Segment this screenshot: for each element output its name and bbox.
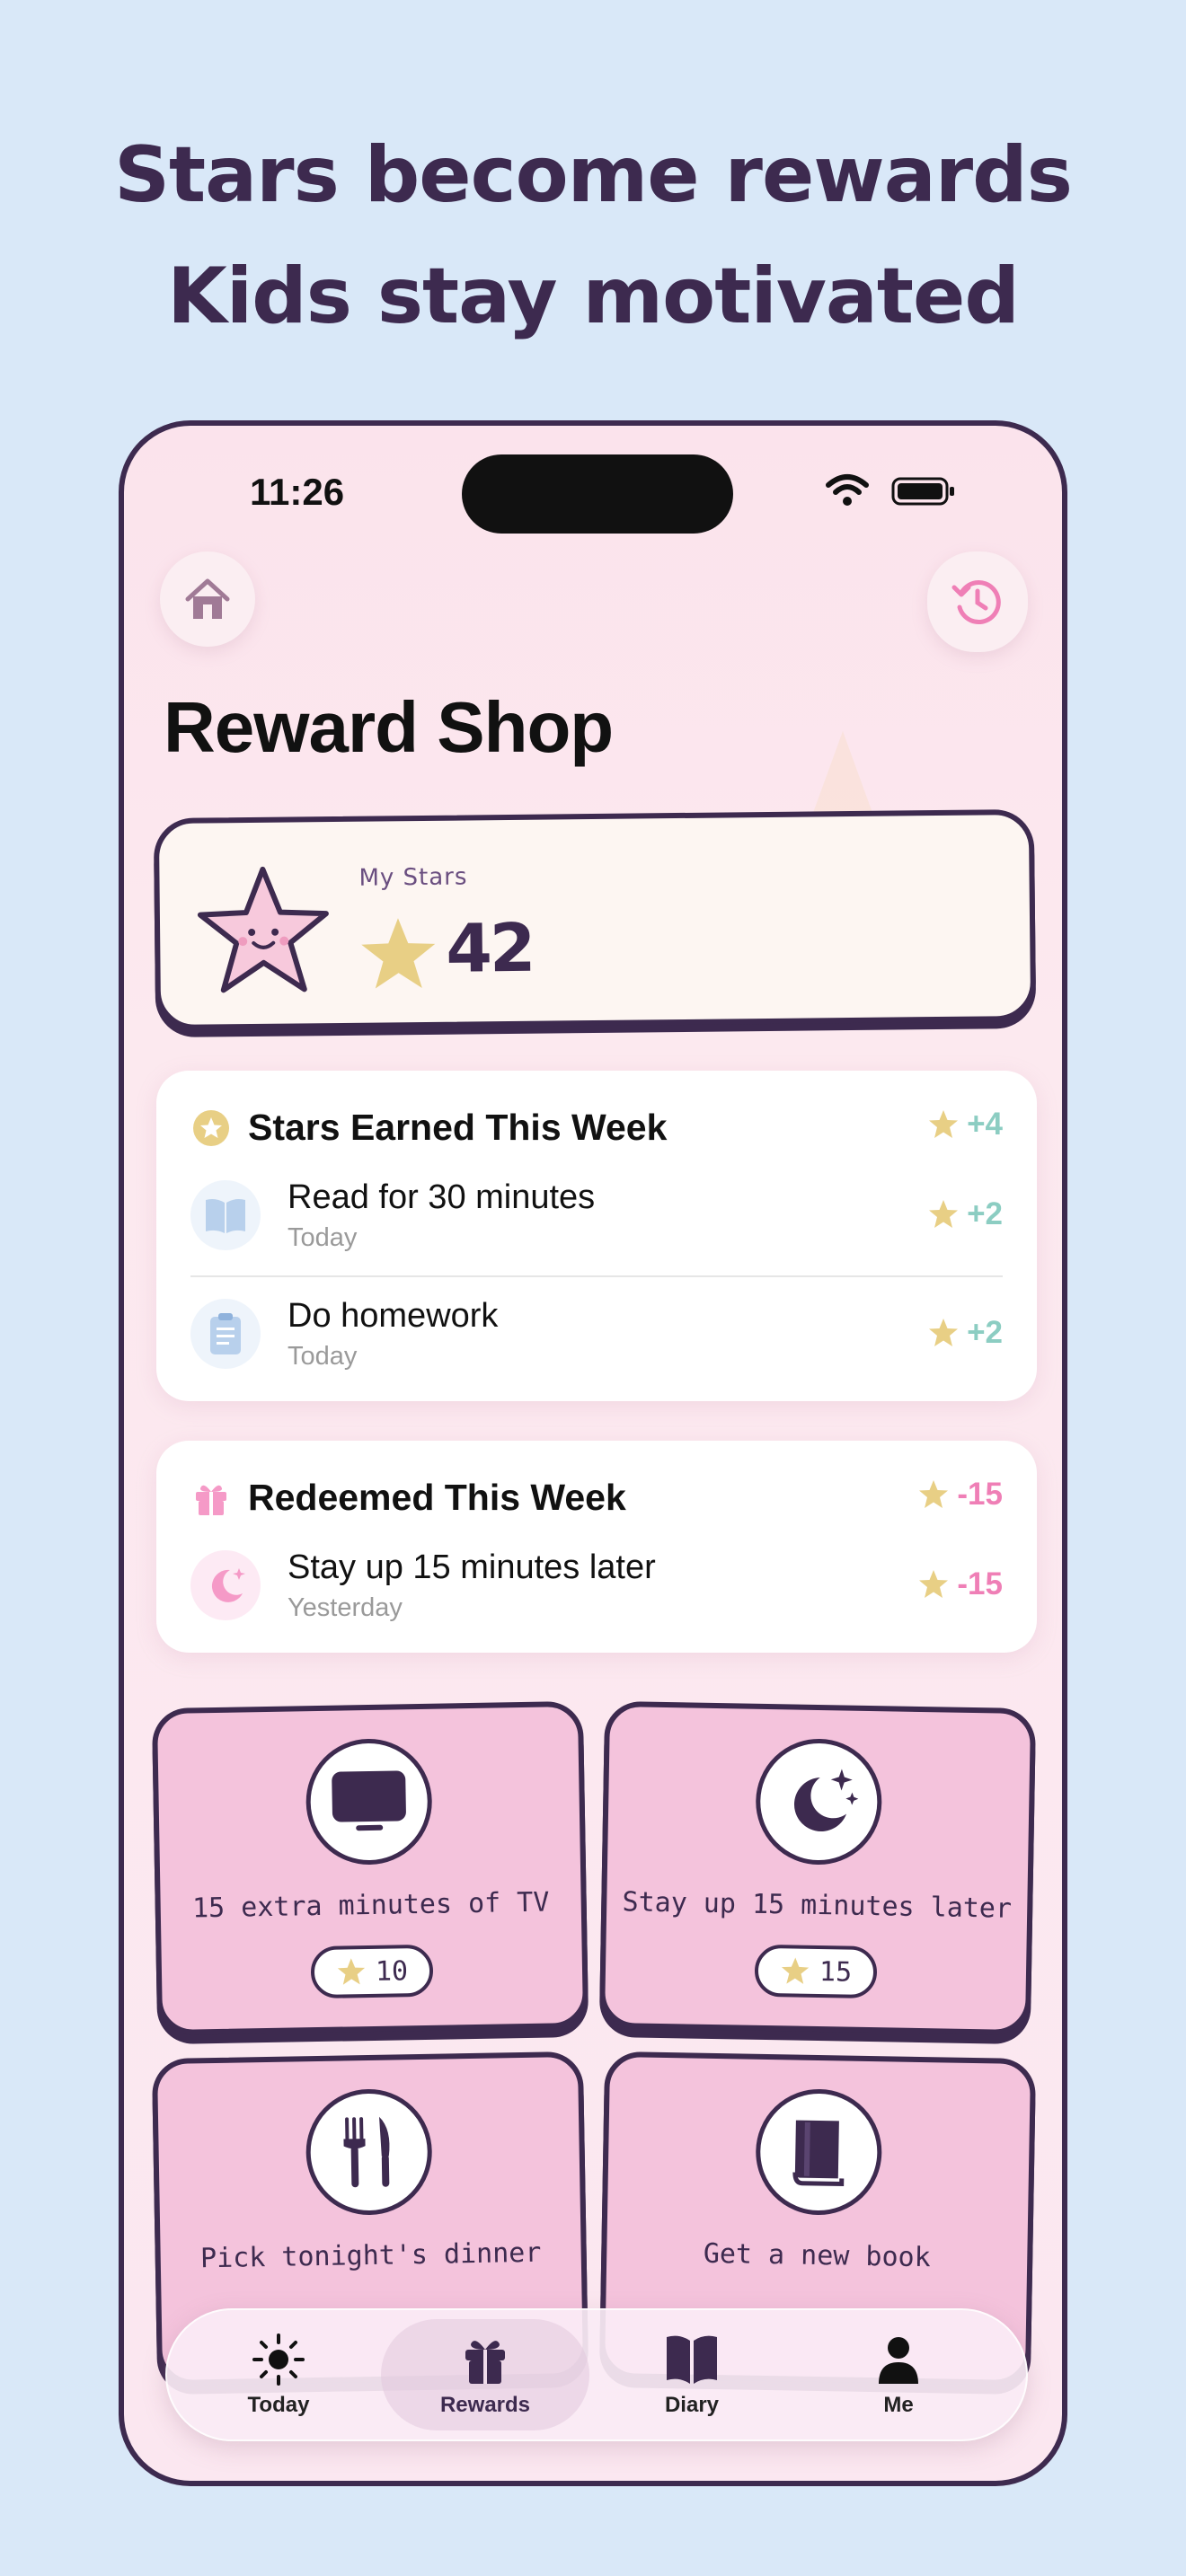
row-title: Read for 30 minutes bbox=[288, 1178, 596, 1216]
star-icon bbox=[919, 1570, 949, 1598]
row-delta: +2 bbox=[927, 1315, 1003, 1351]
dynamic-island bbox=[462, 454, 733, 534]
row-icon-wrap bbox=[190, 1180, 261, 1250]
fork-knife-icon bbox=[343, 2116, 390, 2188]
star-badge-icon bbox=[193, 1109, 229, 1146]
home-button[interactable] bbox=[160, 551, 255, 647]
reward-label: Pick tonight's dinner bbox=[199, 2236, 542, 2275]
star-icon bbox=[919, 1480, 949, 1508]
redeemed-total: -15 bbox=[917, 1477, 1003, 1513]
row-title: Stay up 15 minutes later bbox=[288, 1548, 656, 1586]
list-item[interactable]: Stay up 15 minutes later Yesterday -15 bbox=[190, 1538, 1003, 1645]
reward-price: 10 bbox=[375, 1954, 409, 1988]
reward-icon-wrap bbox=[755, 1737, 883, 1866]
history-button[interactable] bbox=[927, 551, 1028, 652]
my-stars-card: My Stars 42 bbox=[153, 808, 1037, 1031]
reward-icon-wrap bbox=[305, 2087, 433, 2217]
tab-bar: Today Rewards Diary Me bbox=[165, 2308, 1028, 2441]
reward-label: Get a new book bbox=[703, 2237, 931, 2274]
reward-icon-wrap bbox=[305, 1737, 433, 1866]
open-book-icon bbox=[667, 2335, 717, 2384]
tab-me[interactable]: Me bbox=[794, 2319, 1003, 2430]
tab-label: Diary bbox=[664, 2393, 720, 2417]
reward-card[interactable]: Stay up 15 minutes later 15 bbox=[598, 1700, 1037, 2036]
book-icon bbox=[792, 2120, 845, 2187]
my-stars-count: 42 bbox=[445, 909, 534, 988]
moon-icon bbox=[211, 1568, 245, 1602]
stars-earned-header: Stars Earned This Week bbox=[192, 1107, 667, 1149]
reward-price-pill: 15 bbox=[754, 1944, 878, 1999]
my-stars-label: My Stars bbox=[358, 863, 468, 892]
tv-icon bbox=[332, 1770, 406, 1831]
headline-line-1: Stars become rewards bbox=[114, 130, 1073, 220]
star-icon bbox=[929, 1110, 959, 1138]
tab-today[interactable]: Today bbox=[174, 2319, 383, 2430]
row-divider bbox=[190, 1275, 1003, 1277]
reward-card[interactable]: 15 extra minutes of TV 10 bbox=[151, 1700, 589, 2036]
wifi-icon bbox=[826, 474, 869, 506]
star-icon bbox=[361, 918, 436, 989]
home-icon bbox=[185, 578, 230, 619]
person-icon bbox=[879, 2337, 918, 2384]
star-icon bbox=[929, 1200, 959, 1228]
stars-earned-panel: Stars Earned This Week +4 Read for 30 mi… bbox=[156, 1071, 1037, 1401]
moon-stars-icon bbox=[794, 1769, 859, 1832]
tab-label: Me bbox=[883, 2393, 914, 2417]
redeemed-header: Redeemed This Week bbox=[192, 1477, 626, 1519]
reward-label: 15 extra minutes of TV bbox=[191, 1886, 550, 1925]
tab-rewards[interactable]: Rewards bbox=[381, 2319, 589, 2430]
star-icon bbox=[929, 1319, 959, 1346]
sun-icon bbox=[252, 2333, 305, 2386]
tab-label: Today bbox=[247, 2393, 310, 2417]
history-icon bbox=[951, 580, 1001, 624]
list-item[interactable]: Read for 30 minutes Today +2 bbox=[190, 1168, 1003, 1275]
row-delta: -15 bbox=[917, 1566, 1003, 1602]
clipboard-icon bbox=[210, 1313, 241, 1354]
row-title: Do homework bbox=[288, 1297, 499, 1335]
star-icon bbox=[781, 1957, 810, 1984]
phone-screen: 11:26 Reward Shop My Stars 42 Stars Earn… bbox=[119, 420, 1067, 2486]
list-item[interactable]: Do homework Today +2 bbox=[190, 1286, 1003, 1394]
book-icon bbox=[206, 1199, 245, 1233]
reward-price: 15 bbox=[819, 1955, 853, 1989]
smiling-star-icon bbox=[197, 866, 329, 993]
headline-line-2: Kids stay motivated bbox=[167, 251, 1020, 341]
stars-earned-total: +4 bbox=[927, 1107, 1003, 1142]
tab-diary[interactable]: Diary bbox=[588, 2319, 796, 2430]
gift-icon bbox=[465, 2341, 505, 2384]
reward-icon-wrap bbox=[755, 2087, 883, 2217]
row-delta: +2 bbox=[927, 1196, 1003, 1232]
redeemed-panel: Redeemed This Week -15 Stay up 15 minute… bbox=[156, 1441, 1037, 1653]
stars-earned-title: Stars Earned This Week bbox=[248, 1107, 668, 1148]
star-icon bbox=[337, 1958, 365, 1985]
reward-label: Stay up 15 minutes later bbox=[622, 1886, 1013, 1925]
redeemed-title: Redeemed This Week bbox=[248, 1477, 626, 1518]
row-subtitle: Today bbox=[288, 1342, 358, 1371]
page-title: Reward Shop bbox=[164, 687, 614, 767]
row-icon-wrap bbox=[190, 1299, 261, 1369]
battery-icon bbox=[891, 477, 954, 506]
gift-icon bbox=[196, 1485, 226, 1515]
row-subtitle: Today bbox=[288, 1223, 358, 1252]
row-subtitle: Yesterday bbox=[288, 1593, 403, 1622]
status-time: 11:26 bbox=[250, 471, 345, 513]
row-icon-wrap bbox=[190, 1550, 261, 1620]
reward-price-pill: 10 bbox=[310, 1944, 434, 1999]
tab-label: Rewards bbox=[439, 2393, 531, 2417]
